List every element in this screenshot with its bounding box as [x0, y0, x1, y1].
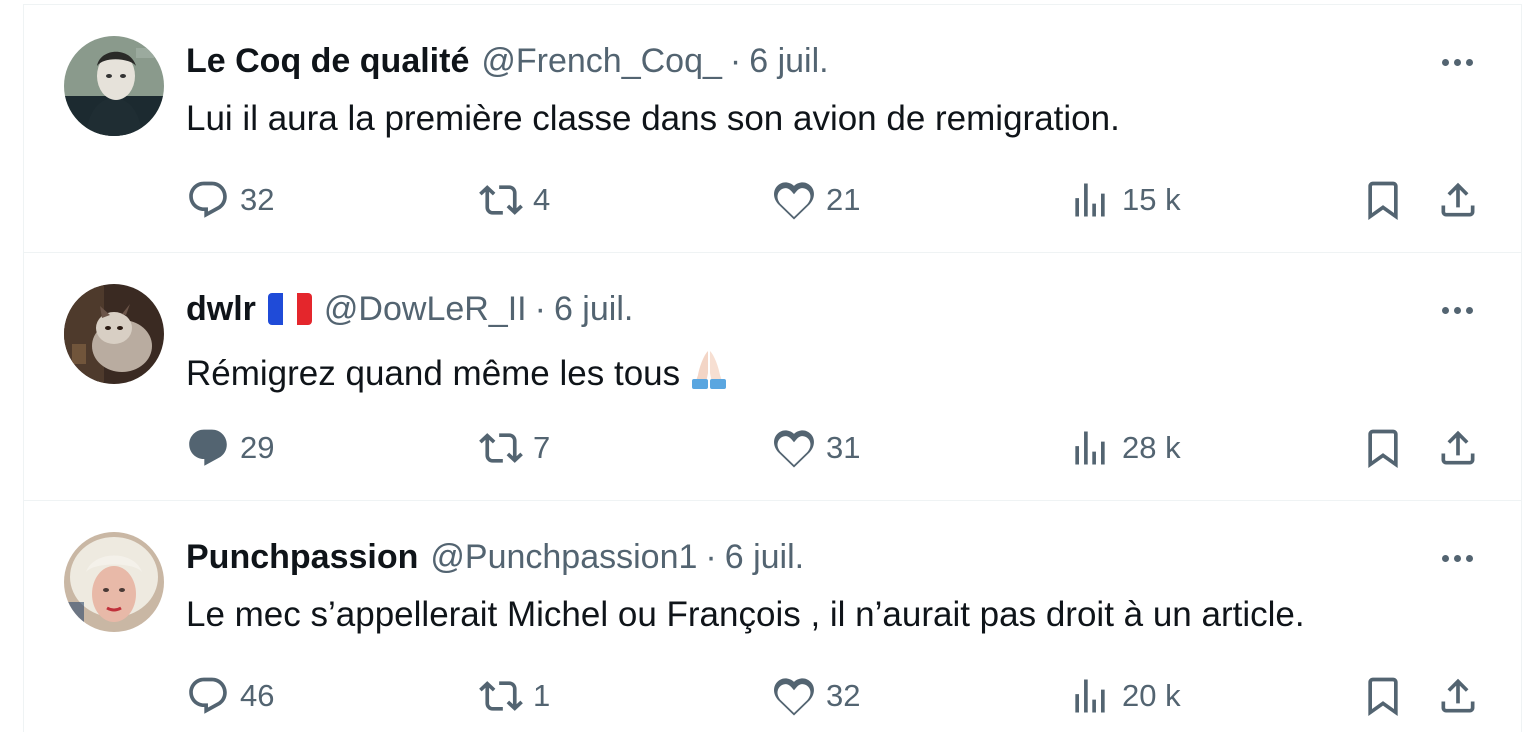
- display-name[interactable]: dwlr: [186, 287, 256, 331]
- reply-count: 46: [240, 678, 275, 713]
- views-count: 28 k: [1122, 430, 1181, 465]
- retweet-count: 4: [533, 182, 551, 217]
- views-button[interactable]: 15 k: [1068, 177, 1181, 223]
- retweet-button[interactable]: 1: [479, 673, 550, 719]
- action-bar: 29 7 31 28 k: [24, 425, 1521, 471]
- like-count: 21: [826, 182, 861, 217]
- bookmark-icon: [1368, 181, 1398, 221]
- retweet-count: 1: [533, 678, 551, 713]
- tweet-text: Le mec s’appellerait Michel ou François …: [186, 595, 1305, 634]
- display-name[interactable]: Punchpassion: [186, 535, 418, 579]
- share-button[interactable]: [1436, 673, 1480, 719]
- tweet-date[interactable]: 6 juil.: [749, 39, 828, 83]
- tweet-date[interactable]: 6 juil.: [725, 535, 804, 579]
- reply-button[interactable]: 46: [186, 673, 274, 719]
- reply-button[interactable]: 29: [186, 425, 274, 471]
- action-bar: 46 1 32 20 k: [24, 673, 1521, 719]
- share-icon: [1441, 430, 1475, 465]
- reply-icon: [189, 677, 227, 714]
- like-button[interactable]: 32: [772, 673, 860, 719]
- separator: ·: [534, 290, 546, 328]
- user-handle[interactable]: @French_Coq_: [481, 39, 722, 83]
- tweet-text-content: Rémigrez quand même les tous: [186, 354, 681, 393]
- avatar[interactable]: [64, 532, 164, 632]
- share-icon: [1441, 182, 1475, 217]
- bookmark-icon: [1368, 677, 1398, 717]
- share-button[interactable]: [1436, 177, 1480, 223]
- like-count: 32: [826, 678, 861, 713]
- folded-hands-emoji: [686, 345, 732, 402]
- bookmark-button[interactable]: [1361, 425, 1405, 471]
- france-flag-emoji: [267, 293, 312, 325]
- reply-icon: [189, 429, 227, 466]
- views-icon: [1075, 183, 1105, 217]
- like-icon: [774, 678, 814, 716]
- retweet-icon: [479, 433, 523, 463]
- user-handle[interactable]: @DowLeR_II: [324, 287, 527, 331]
- tweet-header: Punchpassion @Punchpassion1 · 6 juil.: [186, 535, 804, 579]
- views-button[interactable]: 20 k: [1068, 673, 1181, 719]
- avatar[interactable]: [64, 284, 164, 384]
- user-handle[interactable]: @Punchpassion1: [430, 535, 697, 579]
- bookmark-button[interactable]: [1361, 177, 1405, 223]
- reply-count: 32: [240, 182, 275, 217]
- separator: ·: [705, 538, 717, 576]
- like-button[interactable]: 21: [772, 177, 860, 223]
- like-button[interactable]: 31: [772, 425, 860, 471]
- tweet-text: Lui il aura la première classe dans son …: [186, 99, 1120, 138]
- reply-icon: [189, 181, 227, 218]
- tweet-date[interactable]: 6 juil.: [554, 287, 633, 331]
- more-icon[interactable]: [1434, 293, 1480, 327]
- retweet-icon: [479, 681, 523, 711]
- share-icon: [1441, 678, 1475, 713]
- avatar[interactable]: [64, 36, 164, 136]
- like-icon: [774, 430, 814, 468]
- display-name[interactable]: Le Coq de qualité: [186, 39, 469, 83]
- replies-feed: Le Coq de qualité @French_Coq_ · 6 juil.…: [23, 4, 1522, 732]
- tweet-header: Le Coq de qualité @French_Coq_ · 6 juil.: [186, 39, 829, 83]
- like-icon: [774, 182, 814, 220]
- reply-count: 29: [240, 430, 275, 465]
- like-count: 31: [826, 430, 861, 465]
- action-bar: 32 4 21 15 k: [24, 177, 1521, 223]
- separator: ·: [729, 42, 742, 80]
- bookmark-button[interactable]: [1361, 673, 1405, 719]
- tweet[interactable]: dwlr @DowLeR_II · 6 juil. Rémigrez quand…: [24, 253, 1521, 501]
- views-button[interactable]: 28 k: [1068, 425, 1181, 471]
- tweet[interactable]: Punchpassion @Punchpassion1 · 6 juil. Le…: [24, 501, 1521, 748]
- views-icon: [1075, 431, 1105, 465]
- views-count: 20 k: [1122, 678, 1181, 713]
- views-icon: [1075, 679, 1105, 713]
- tweet[interactable]: Le Coq de qualité @French_Coq_ · 6 juil.…: [24, 5, 1521, 253]
- tweet-header: dwlr @DowLeR_II · 6 juil.: [186, 287, 633, 331]
- retweet-icon: [479, 185, 523, 215]
- retweet-button[interactable]: 7: [479, 425, 550, 471]
- more-icon[interactable]: [1434, 45, 1480, 79]
- retweet-count: 7: [533, 430, 551, 465]
- more-icon[interactable]: [1434, 541, 1480, 575]
- retweet-button[interactable]: 4: [479, 177, 550, 223]
- views-count: 15 k: [1122, 182, 1181, 217]
- bookmark-icon: [1368, 429, 1398, 469]
- share-button[interactable]: [1436, 425, 1480, 471]
- tweet-text: Rémigrez quand même les tous: [186, 345, 732, 393]
- reply-button[interactable]: 32: [186, 177, 274, 223]
